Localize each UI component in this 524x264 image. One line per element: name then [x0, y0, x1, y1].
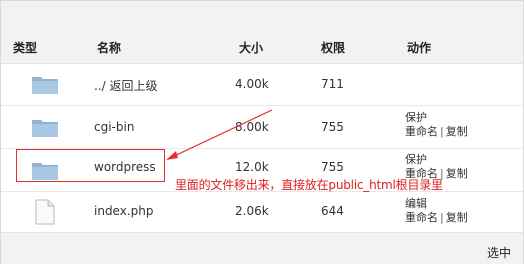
table-row[interactable]: ../ 返回上级 4.00k 711 — [1, 63, 523, 106]
table-footer: 选中 — [1, 232, 523, 264]
row-permission[interactable]: 711 — [321, 77, 344, 91]
file-icon — [35, 199, 55, 225]
table-header: 类型 名称 大小 权限 动作 — [1, 1, 523, 64]
folder-icon — [32, 120, 58, 137]
folder-icon — [32, 77, 58, 94]
column-size[interactable]: 大小 — [239, 39, 263, 56]
protect-link[interactable]: 保护 — [405, 153, 427, 166]
file-manager-panel: 类型 名称 大小 权限 动作 ../ 返回上级 4.00k 711 cgi-bi… — [0, 0, 524, 264]
protect-link[interactable]: 保护 — [405, 111, 427, 124]
annotation-text: 里面的文件移出来，直接放在public_html根目录里 — [175, 178, 443, 192]
row-size: 8.00k — [235, 120, 269, 134]
column-action: 动作 — [407, 41, 432, 55]
row-size: 12.0k — [235, 160, 269, 174]
row-name[interactable]: index.php — [94, 204, 153, 218]
row-actions: 编辑 重命名 | 复制 — [405, 197, 468, 225]
row-name[interactable]: ../ 返回上级 — [94, 77, 158, 94]
highlight-box — [16, 149, 165, 182]
column-type: 类型 — [13, 41, 38, 55]
column-permission[interactable]: 权限 — [321, 39, 345, 56]
copy-link[interactable]: 复制 — [446, 125, 468, 138]
table-row[interactable]: index.php 2.06k 644 编辑 重命名 | 复制 — [1, 192, 523, 233]
copy-link[interactable]: 复制 — [446, 211, 468, 224]
rename-link[interactable]: 重命名 — [405, 125, 438, 138]
row-size: 2.06k — [235, 204, 269, 218]
row-permission[interactable]: 644 — [321, 204, 344, 218]
separator: | — [440, 125, 444, 138]
row-name[interactable]: cgi-bin — [94, 120, 134, 134]
row-actions: 保护 重命名 | 复制 — [405, 111, 468, 139]
separator: | — [440, 211, 444, 224]
row-size: 4.00k — [235, 77, 269, 91]
edit-link[interactable]: 编辑 — [405, 197, 427, 210]
select-button[interactable]: 选中 — [487, 244, 511, 261]
row-permission[interactable]: 755 — [321, 120, 344, 134]
table-row[interactable]: cgi-bin 8.00k 755 保护 重命名 | 复制 — [1, 106, 523, 149]
rename-link[interactable]: 重命名 — [405, 211, 438, 224]
row-permission[interactable]: 755 — [321, 160, 344, 174]
copy-link[interactable]: 复制 — [446, 167, 468, 180]
column-name[interactable]: 名称 — [97, 39, 121, 56]
